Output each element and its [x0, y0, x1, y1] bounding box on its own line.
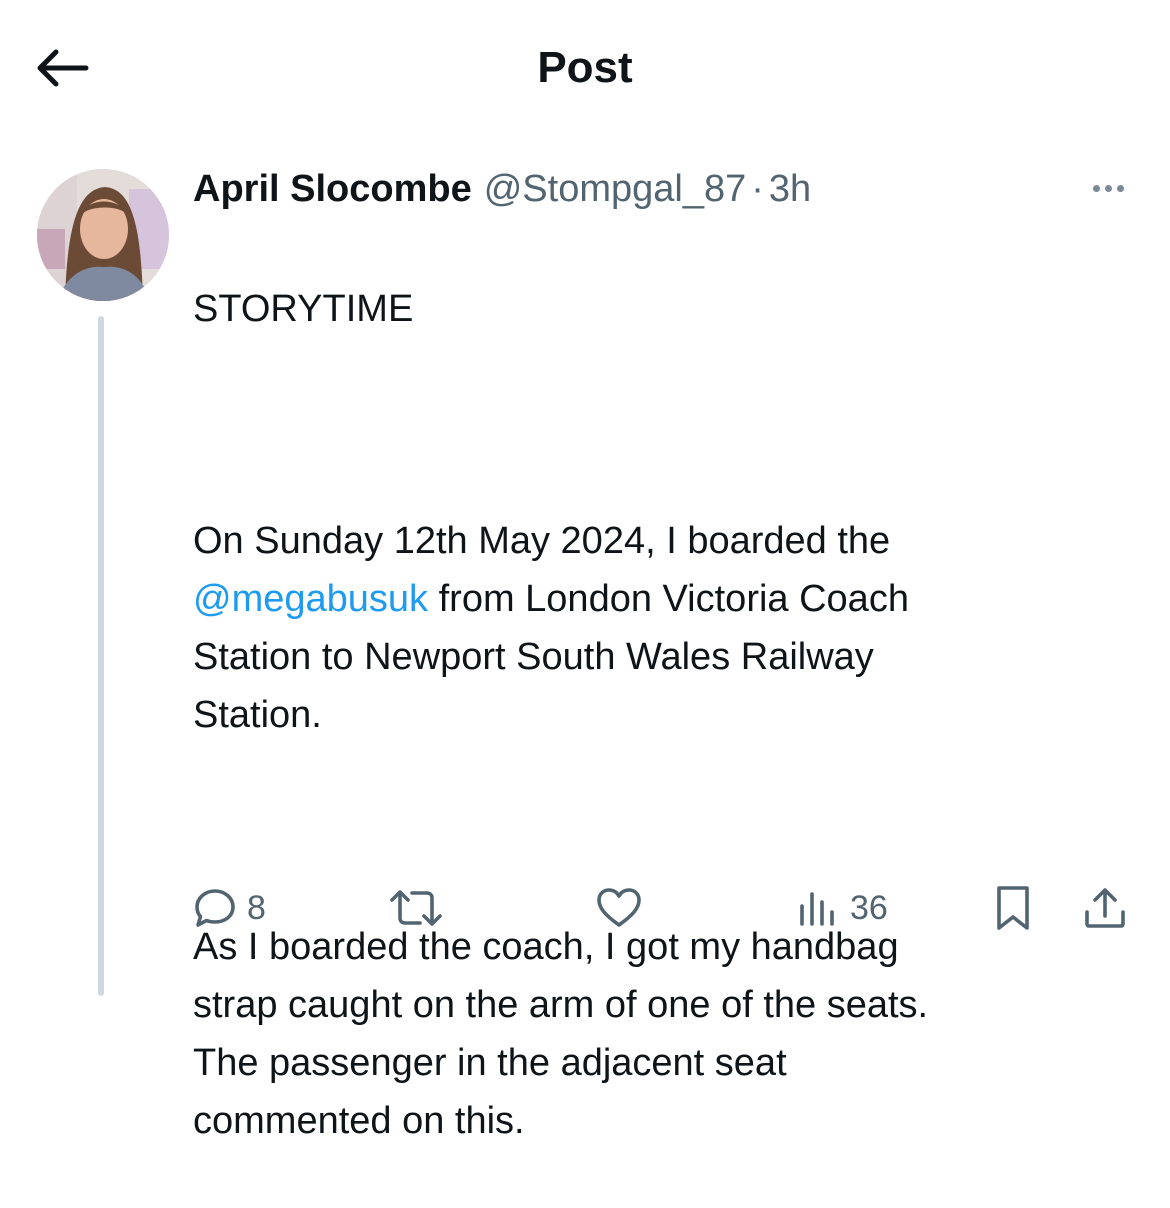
repost-icon: [390, 890, 442, 926]
post-paragraph-spacer: [193, 802, 1113, 860]
post-text-segment: On Sunday 12th May 2024, I boarded the: [193, 520, 891, 562]
page-title: Post: [537, 43, 633, 92]
thread-line: [98, 316, 104, 996]
more-dot-icon: [1116, 184, 1124, 192]
bookmark-icon: [997, 886, 1029, 930]
post-meta: April Slocombe @Stompgal_87 · 3h: [193, 165, 811, 213]
share-button[interactable]: [1081, 880, 1129, 936]
post-paragraph: On Sunday 12th May 2024, I boarded the @…: [193, 512, 1113, 744]
post-paragraph-spacer: [193, 396, 1113, 454]
reply-count: 8: [247, 888, 266, 927]
post-time[interactable]: 3h: [769, 165, 811, 213]
reply-button[interactable]: 8: [193, 880, 266, 936]
author-handle[interactable]: @Stompgal_87: [484, 165, 747, 213]
post-text: STORYTIME On Sunday 12th May 2024, I boa…: [193, 222, 1113, 1208]
meta-separator: ·: [751, 168, 764, 210]
action-bar: 8 36: [193, 880, 1138, 940]
author-name[interactable]: April Slocombe: [193, 165, 472, 213]
header: Post: [0, 0, 1170, 130]
mention-link[interactable]: @megabusuk: [193, 578, 428, 620]
more-options-button[interactable]: [1082, 168, 1134, 208]
post-paragraph: STORYTIME: [193, 288, 414, 330]
avatar-photo: [37, 169, 169, 301]
bookmark-button[interactable]: [993, 880, 1033, 936]
views-chart-icon: [800, 892, 834, 926]
more-dot-icon: [1104, 184, 1112, 192]
heart-icon: [597, 888, 641, 927]
views-button[interactable]: 36: [796, 880, 888, 936]
reply-icon: [195, 889, 235, 927]
post-paragraph: As I boarded the coach, I got my handbag…: [193, 926, 929, 1142]
views-count: 36: [850, 888, 888, 927]
share-icon: [1085, 888, 1125, 928]
repost-button[interactable]: [388, 880, 444, 936]
more-dot-icon: [1092, 184, 1100, 192]
avatar[interactable]: [37, 169, 169, 301]
like-button[interactable]: [595, 880, 643, 936]
